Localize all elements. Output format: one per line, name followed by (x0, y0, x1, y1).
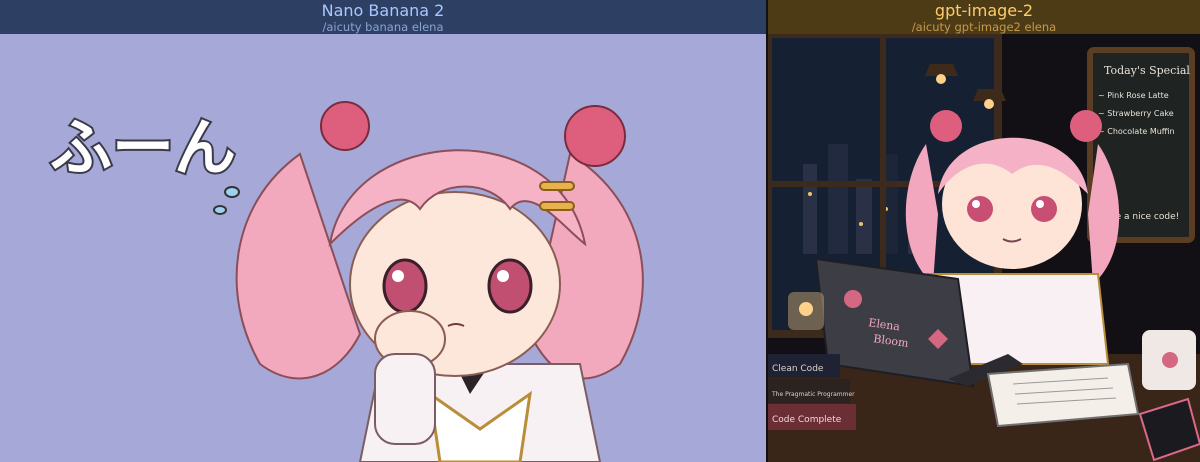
comparison-view: Nano Banana 2 /aicuty banana elena ふーん g… (0, 0, 1200, 462)
candle (788, 292, 824, 330)
chalkboard-line: ~ Chocolate Muffin (1098, 127, 1175, 136)
panel-header: gpt-image-2 /aicuty gpt-image2 elena (768, 0, 1200, 34)
panel-title: gpt-image-2 (934, 1, 1034, 20)
panel-command: /aicuty banana elena (322, 20, 444, 34)
chibi-artwork: ふーん (0, 34, 766, 462)
book-title: The Pragmatic Programmer (771, 391, 855, 398)
panel-gpt-image: gpt-image-2 /aicuty gpt-image2 elena Tod… (768, 0, 1200, 462)
panel-command: /aicuty gpt-image2 elena (911, 20, 1057, 34)
cafe-artwork: Today's Special ~ Pink Rose Latte ~ Stra… (768, 34, 1200, 462)
notebook (986, 362, 1140, 428)
panel-header: Nano Banana 2 /aicuty banana elena (0, 0, 766, 34)
chalkboard-line: ~ Pink Rose Latte (1098, 91, 1169, 100)
chalkboard-line: Today's Special (1104, 64, 1190, 77)
book-title: Code Complete (772, 415, 842, 425)
panel-nano-banana: Nano Banana 2 /aicuty banana elena ふーん (0, 0, 766, 462)
coffee-mug (1142, 330, 1196, 390)
caption-text: ふーん (50, 111, 236, 184)
chalkboard-line: ~ Strawberry Cake (1098, 109, 1174, 118)
panel-title: Nano Banana 2 (321, 1, 445, 20)
book-title: Clean Code (772, 364, 824, 374)
